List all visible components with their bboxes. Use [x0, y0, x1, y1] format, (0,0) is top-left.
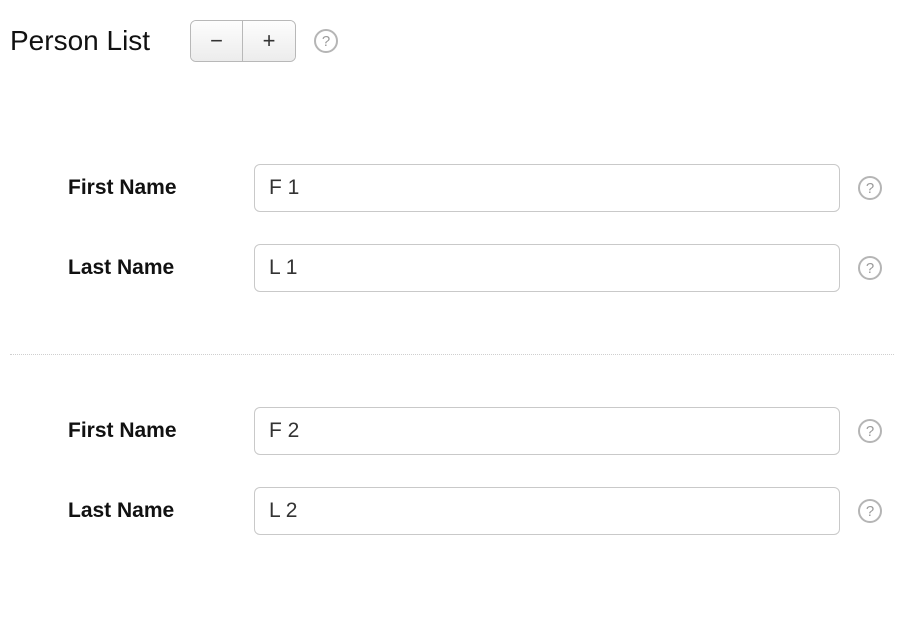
help-icon[interactable]: ? [314, 29, 338, 53]
first-name-label: First Name [68, 419, 177, 442]
help-icon[interactable]: ? [858, 499, 882, 523]
person-list-header: Person List − + ? [10, 20, 894, 62]
add-remove-button-group: − + [190, 20, 296, 62]
person-group: First Name ? Last Name ? [10, 112, 894, 354]
last-name-label: Last Name [68, 256, 174, 279]
help-icon[interactable]: ? [858, 419, 882, 443]
section-title: Person List [10, 25, 150, 57]
first-name-input[interactable] [254, 164, 840, 212]
first-name-input[interactable] [254, 407, 840, 455]
first-name-label: First Name [68, 176, 177, 199]
help-icon[interactable]: ? [858, 256, 882, 280]
last-name-label: Last Name [68, 499, 174, 522]
first-name-row: First Name ? [68, 164, 894, 212]
add-button[interactable]: + [243, 21, 295, 61]
last-name-input[interactable] [254, 487, 840, 535]
first-name-row: First Name ? [68, 407, 894, 455]
last-name-row: Last Name ? [68, 487, 894, 535]
person-group: First Name ? Last Name ? [10, 354, 894, 597]
last-name-row: Last Name ? [68, 244, 894, 292]
last-name-input[interactable] [254, 244, 840, 292]
help-icon[interactable]: ? [858, 176, 882, 200]
remove-button[interactable]: − [191, 21, 243, 61]
